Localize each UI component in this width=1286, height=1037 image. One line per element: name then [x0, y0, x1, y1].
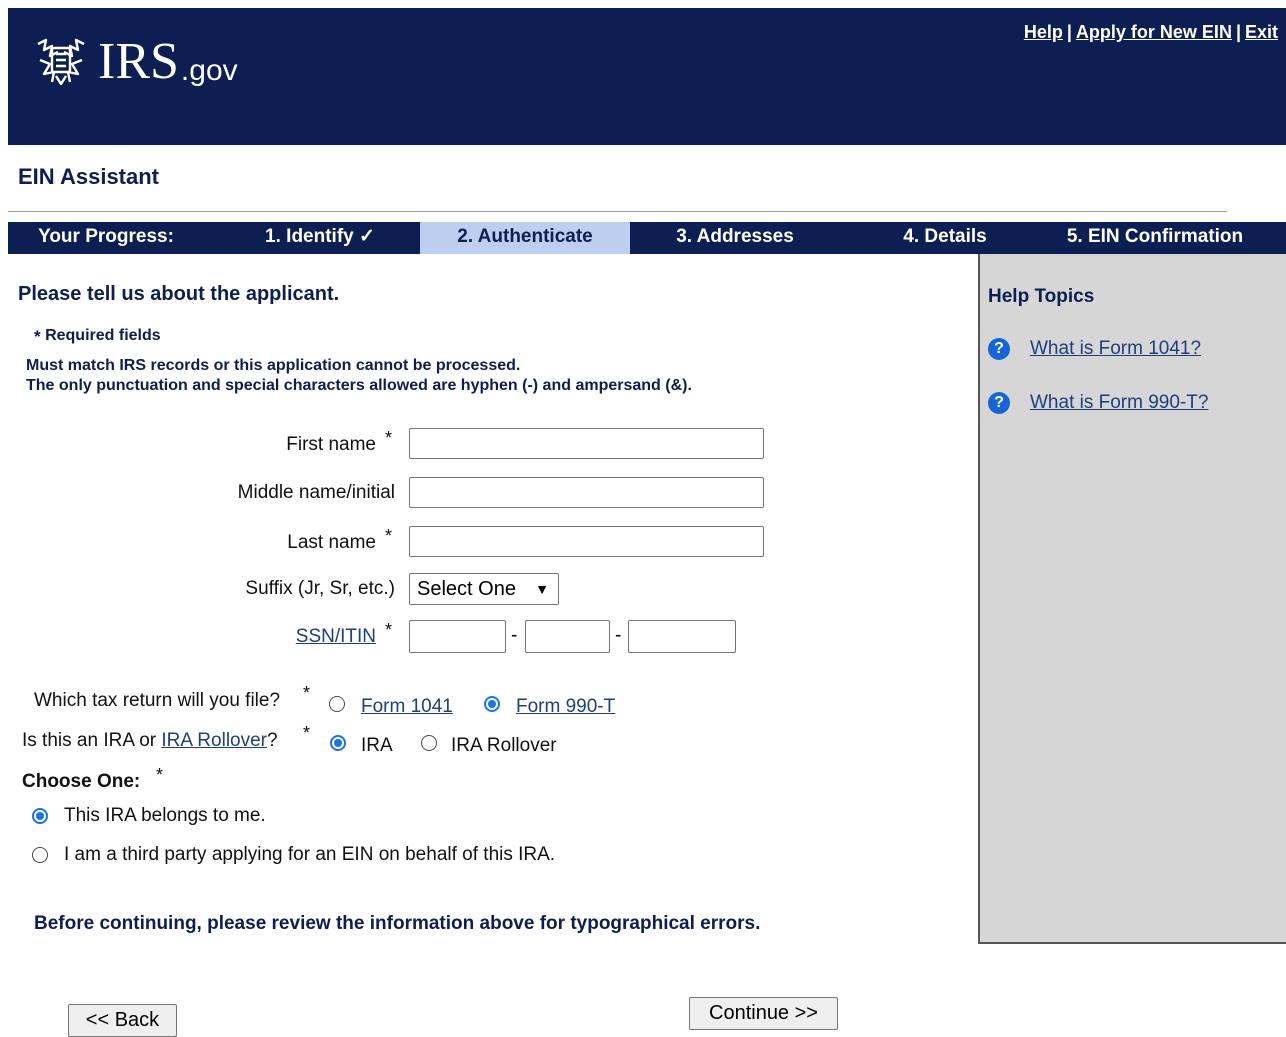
- form-1041-link[interactable]: Form 1041: [361, 696, 453, 717]
- radio-ira-rollover[interactable]: [421, 735, 437, 751]
- ssn-dash: -: [615, 625, 622, 646]
- chevron-down-icon: ▼: [535, 581, 549, 597]
- ira-question-suffix: ?: [267, 730, 278, 751]
- ira-question-prefix: Is this an IRA or: [22, 730, 157, 751]
- suffix-select[interactable]: Select One ▼: [409, 573, 559, 605]
- ira-belongs-to-me-label: This IRA belongs to me.: [64, 805, 266, 826]
- ssn-dash: -: [511, 625, 518, 646]
- ssn-itin-link[interactable]: SSN/ITIN: [296, 626, 376, 647]
- help-link-form-1041[interactable]: What is Form 1041?: [1030, 338, 1201, 360]
- radio-form-1041[interactable]: [329, 696, 345, 712]
- help-panel: Help Topics ? What is Form 1041? ? What …: [978, 254, 1286, 944]
- divider: [8, 211, 1227, 212]
- first-name-input[interactable]: [409, 428, 764, 459]
- ira-question: Is this an IRA or IRA Rollover?: [22, 730, 278, 752]
- required-star: *: [385, 620, 393, 640]
- ira-option-label: IRA: [361, 735, 393, 756]
- suffix-selected-value: Select One: [417, 578, 516, 600]
- required-fields-note: * Required fields: [34, 327, 161, 347]
- middle-name-input[interactable]: [409, 477, 764, 508]
- progress-bar: Your Progress: 1. Identify ✓ 2. Authenti…: [8, 222, 1286, 254]
- exit-link[interactable]: Exit: [1245, 22, 1278, 42]
- logo-suffix: .gov: [180, 54, 238, 87]
- last-name-input[interactable]: [409, 526, 764, 557]
- question-icon: ?: [988, 338, 1010, 360]
- question-icon: ?: [988, 392, 1010, 414]
- irs-logo[interactable]: IRS .gov: [30, 30, 238, 88]
- required-star: *: [385, 428, 393, 448]
- ssn-part1-input[interactable]: [409, 620, 506, 653]
- radio-ira-belongs-to-me[interactable]: [32, 808, 48, 824]
- progress-step-addresses: 3. Addresses: [676, 226, 794, 247]
- ira-rollover-link[interactable]: IRA Rollover: [161, 730, 267, 751]
- help-topics-title: Help Topics: [988, 286, 1095, 307]
- middle-name-label: Middle name/initial: [237, 482, 395, 503]
- required-star: *: [303, 723, 311, 743]
- help-link-form-990t[interactable]: What is Form 990-T?: [1030, 392, 1208, 414]
- review-notice: Before continuing, please review the inf…: [34, 913, 761, 934]
- ssn-part3-input[interactable]: [628, 620, 736, 653]
- third-party-label: I am a third party applying for an EIN o…: [64, 844, 556, 865]
- top-links: Help | Apply for New EIN | Exit: [1024, 22, 1278, 43]
- progress-label: Your Progress:: [38, 226, 174, 247]
- radio-third-party[interactable]: [32, 847, 48, 863]
- progress-step-authenticate: 2. Authenticate: [420, 222, 630, 254]
- link-separator: |: [1066, 22, 1072, 42]
- help-item-form-1041: ? What is Form 1041?: [988, 338, 1201, 360]
- help-item-form-990t: ? What is Form 990-T?: [988, 392, 1208, 414]
- progress-step-ein-confirmation: 5. EIN Confirmation: [1066, 226, 1244, 247]
- progress-step-identify: 1. Identify ✓: [265, 226, 375, 247]
- form-heading: Please tell us about the applicant.: [18, 283, 340, 305]
- back-button[interactable]: << Back: [68, 1004, 177, 1037]
- form-990t-link[interactable]: Form 990-T: [516, 696, 615, 717]
- last-name-label: Last name: [287, 532, 376, 553]
- app-title: EIN Assistant: [18, 164, 160, 189]
- ira-rollover-option-label: IRA Rollover: [451, 735, 557, 756]
- info-line-punctuation: The only punctuation and special charact…: [26, 377, 692, 394]
- required-star: *: [303, 683, 311, 703]
- ssn-part2-input[interactable]: [525, 620, 610, 653]
- tax-return-question: Which tax return will you file?: [34, 690, 281, 711]
- help-link[interactable]: Help: [1024, 22, 1063, 42]
- suffix-label: Suffix (Jr, Sr, etc.): [245, 578, 395, 599]
- irs-eagle-icon: [37, 38, 85, 86]
- link-separator: |: [1235, 22, 1241, 42]
- first-name-label: First name: [286, 434, 376, 455]
- header-banner: IRS .gov Help | Apply for New EIN | Exit: [8, 8, 1286, 145]
- form-990t-option-label: Form 990-T: [516, 696, 615, 718]
- ssn-label: SSN/ITIN: [296, 626, 376, 648]
- info-line-match-records: Must match IRS records or this applicati…: [26, 357, 521, 374]
- radio-ira[interactable]: [330, 735, 346, 751]
- continue-button[interactable]: Continue >>: [689, 997, 838, 1030]
- required-star: *: [156, 765, 164, 785]
- required-star: *: [34, 327, 41, 346]
- radio-form-990t[interactable]: [484, 696, 500, 712]
- progress-step-details: 4. Details: [903, 226, 987, 247]
- apply-new-ein-link[interactable]: Apply for New EIN: [1076, 22, 1232, 42]
- required-fields-label: Required fields: [45, 327, 161, 344]
- choose-one-label: Choose One:: [22, 771, 141, 792]
- form-1041-option-label: Form 1041: [361, 696, 453, 718]
- required-star: *: [385, 526, 393, 546]
- logo-text: IRS: [98, 33, 179, 90]
